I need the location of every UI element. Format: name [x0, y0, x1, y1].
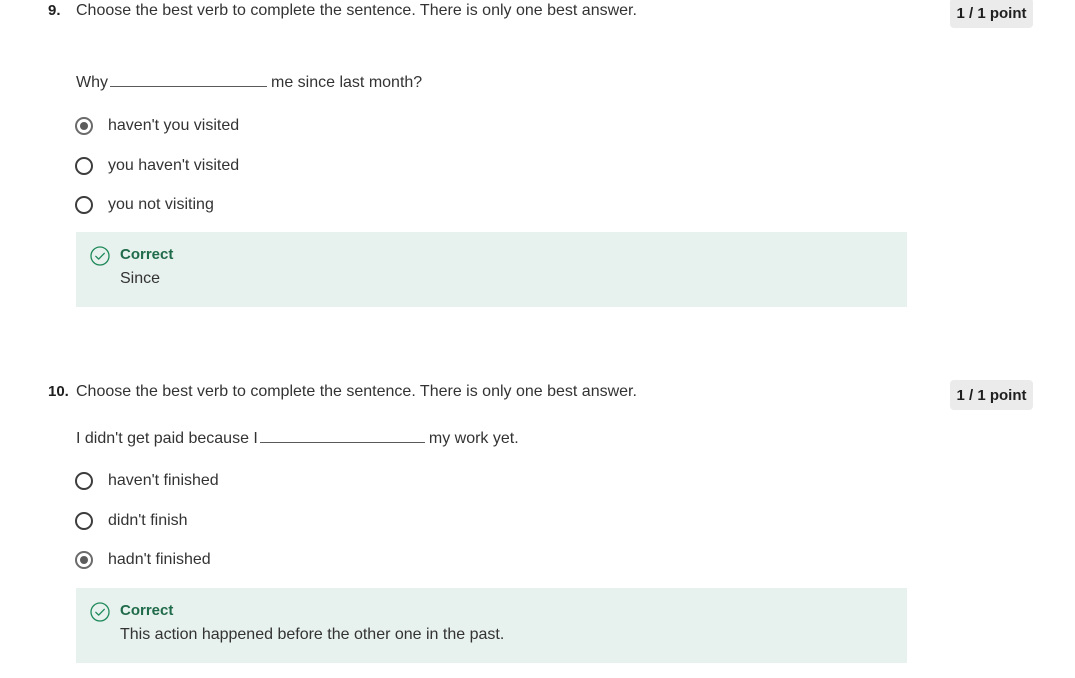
- points-badge: 1 / 1 point: [950, 380, 1033, 410]
- check-circle-icon: [90, 246, 110, 266]
- question-sentence: I didn't get paid because I my work yet.: [76, 428, 519, 448]
- feedback-box: Correct This action happened before the …: [76, 588, 907, 663]
- sentence-before: Why: [76, 74, 108, 91]
- answer-option-label: didn't finish: [108, 512, 188, 529]
- feedback-box: Correct Since: [76, 232, 907, 307]
- points-badge-text: 1 / 1 point: [956, 386, 1027, 404]
- answer-option[interactable]: you not visiting: [75, 193, 214, 217]
- radio-button-selected[interactable]: [75, 551, 93, 569]
- feedback-text: This action happened before the other on…: [120, 626, 505, 643]
- points-badge-text: 1 / 1 point: [956, 4, 1027, 22]
- radio-button[interactable]: [75, 196, 93, 214]
- sentence-after: my work yet.: [428, 430, 519, 447]
- question-number: 10.: [48, 383, 69, 400]
- answer-option[interactable]: you haven't visited: [75, 154, 239, 178]
- answer-option[interactable]: haven't finished: [75, 469, 219, 493]
- answer-option-label: you haven't visited: [108, 157, 240, 174]
- quiz-results-page: 9. Choose the best verb to complete the …: [0, 0, 1075, 678]
- answer-option[interactable]: hadn't finished: [75, 548, 211, 572]
- question-prompt: Choose the best verb to complete the sen…: [76, 2, 637, 19]
- radio-button[interactable]: [75, 157, 93, 175]
- feedback-text: Since: [120, 270, 161, 287]
- answer-option-label: haven't you visited: [108, 117, 240, 134]
- feedback-title: Correct: [120, 602, 174, 619]
- question-sentence: Why me since last month?: [76, 72, 422, 92]
- answer-option[interactable]: didn't finish: [75, 509, 188, 533]
- answer-option-label: haven't finished: [108, 472, 219, 489]
- radio-button-selected[interactable]: [75, 117, 93, 135]
- answer-option-label: you not visiting: [108, 196, 214, 213]
- sentence-before: I didn't get paid because I: [76, 430, 258, 447]
- points-badge: 1 / 1 point: [950, 0, 1033, 28]
- radio-button[interactable]: [75, 472, 93, 490]
- sentence-after: me since last month?: [271, 74, 423, 91]
- radio-button[interactable]: [75, 512, 93, 530]
- check-circle-icon: [90, 602, 110, 622]
- question-number: 9.: [48, 2, 61, 19]
- answer-blank: [110, 72, 267, 87]
- answer-option-label: hadn't finished: [108, 551, 211, 568]
- answer-option[interactable]: haven't you visited: [75, 114, 239, 138]
- question-prompt: Choose the best verb to complete the sen…: [76, 383, 637, 400]
- answer-blank: [259, 428, 425, 443]
- feedback-title: Correct: [120, 246, 174, 263]
